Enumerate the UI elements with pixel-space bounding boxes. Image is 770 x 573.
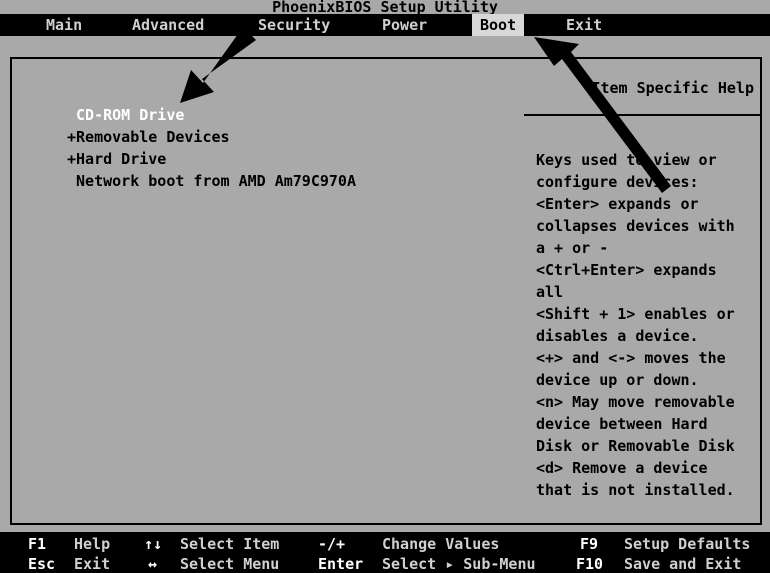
tab-advanced[interactable]: Advanced [132,14,204,36]
tab-security[interactable]: Security [258,14,330,36]
exit-label: Exit [74,555,111,573]
help-line: device between Hard [536,415,708,433]
help-line: Disk or Removable Disk [536,437,735,455]
save-and-exit-label: Save and Exit [624,555,742,573]
help-line: device up or down. [536,371,699,389]
minus-plus-key[interactable]: -/+ [318,534,345,554]
help-line: Keys used to view or [536,151,717,169]
help-line: disables a device. [536,327,699,345]
select-submenu-label: Select ▸ Sub-Menu [382,555,536,573]
setup-defaults-label: Setup Defaults [624,535,751,553]
up-down-arrows-key[interactable]: ↑↓ [144,534,162,554]
help-title: Item Specific Help [591,79,754,97]
help-divider [524,114,760,116]
f10-key[interactable]: F10 [576,554,603,573]
esc-key[interactable]: Esc [28,554,55,573]
key-legend-row-1: F1 Help ↑↓ Select Item -/+ Change Values… [0,534,770,554]
select-item-label: Select Item [180,535,280,553]
help-line: that is not installed. [536,481,735,499]
help-line: <Shift + 1> enables or [536,305,735,323]
help-line: <d> Remove a device [536,459,708,477]
help-line: <+> and <-> moves the [536,349,726,367]
change-values-label: Change Values [382,535,500,553]
boot-item-network[interactable]: Network boot from AMD Am79C970A [67,170,356,192]
boot-item-hard-drive[interactable]: +Hard Drive [67,148,356,170]
title-bar: PhoenixBIOS Setup Utility [0,0,770,16]
left-right-arrows-key[interactable]: ↔ [148,554,157,573]
tab-main[interactable]: Main [46,14,82,36]
tab-boot[interactable]: Boot [472,14,525,36]
help-line: <n> May move removable [536,393,735,411]
help-line: configure devices: [536,173,699,191]
boot-item-cdrom[interactable]: CD-ROM Drive [67,104,356,126]
tab-exit[interactable]: Exit [566,14,602,36]
help-line: all [536,283,564,301]
f1-key[interactable]: F1 [28,534,46,554]
key-legend-bar: F1 Help ↑↓ Select Item -/+ Change Values… [0,532,770,573]
menu-bar: Main Advanced Security Power Boot Exit [0,14,770,36]
select-menu-label: Select Menu [180,555,280,573]
boot-item-removable[interactable]: +Removable Devices [67,126,356,148]
f9-key[interactable]: F9 [580,534,598,554]
help-text: Keys used to view or configure devices: … [536,149,758,501]
enter-key[interactable]: Enter [318,554,363,573]
tab-power[interactable]: Power [382,14,427,36]
help-panel: Item Specific Help Keys used to view or … [524,57,762,525]
f1-help-label: Help [74,535,111,553]
help-line: <Ctrl+Enter> expands [536,261,717,279]
bios-screen: PhoenixBIOS Setup Utility Main Advanced … [0,0,770,573]
help-line: a + or - [536,239,609,257]
help-line: <Enter> expands or [536,195,699,213]
help-line: collapses devices with [536,217,735,235]
boot-device-list: CD-ROM Drive +Removable Devices +Hard Dr… [67,104,356,192]
boot-order-panel: CD-ROM Drive +Removable Devices +Hard Dr… [10,57,526,525]
key-legend-row-2: Esc Exit ↔ Select Menu Enter Select ▸ Su… [0,554,770,573]
